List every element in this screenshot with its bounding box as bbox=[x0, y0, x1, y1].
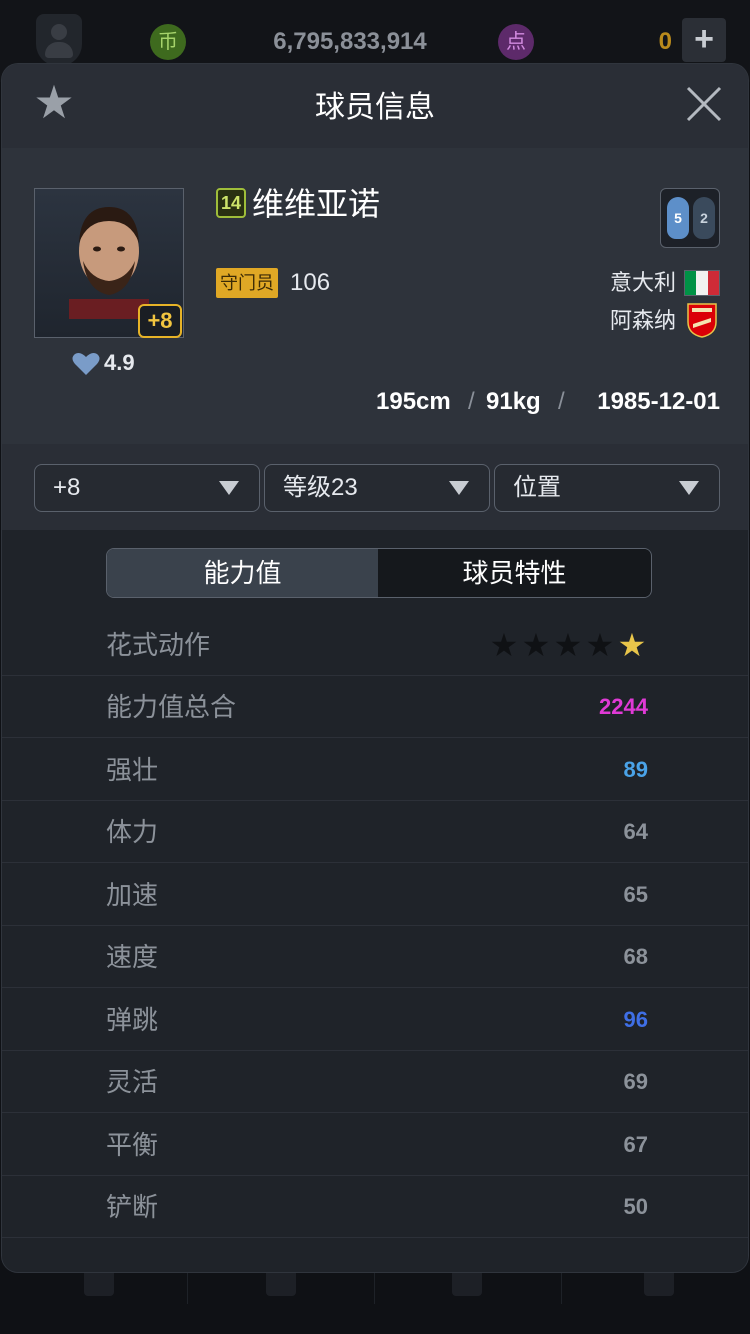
stat-row: 加速 65 bbox=[2, 864, 748, 926]
nav-search-icon[interactable] bbox=[452, 1268, 482, 1296]
chevron-down-icon bbox=[679, 481, 699, 495]
tab-abilities[interactable]: 能力值 bbox=[107, 549, 378, 597]
player-face-image bbox=[69, 207, 149, 319]
tab-traits[interactable]: 球员特性 bbox=[379, 549, 650, 597]
stat-value: 69 bbox=[623, 1069, 648, 1094]
nav-home-icon[interactable] bbox=[84, 1268, 114, 1296]
star-icon: ★ bbox=[617, 627, 647, 663]
player-name: 维维亚诺 bbox=[252, 186, 381, 222]
enhance-dropdown-value: +8 bbox=[53, 474, 81, 501]
chevron-down-icon bbox=[449, 481, 469, 495]
stat-label: 速度 bbox=[106, 942, 159, 972]
filter-bar: +8 等级23 位置 bbox=[2, 444, 748, 530]
stat-label: 平衡 bbox=[106, 1129, 159, 1160]
star-icon: ★ bbox=[553, 627, 583, 663]
stat-label: 能力值总合 bbox=[106, 692, 237, 722]
stat-label: 加速 bbox=[106, 879, 159, 910]
coin-icon: 币 bbox=[150, 24, 186, 60]
stat-row: 铲断 50 bbox=[2, 1176, 748, 1238]
left-foot-icon: 5 bbox=[667, 197, 689, 239]
likes-value: 4.9 bbox=[104, 350, 135, 375]
stat-row: 灵活 69 bbox=[2, 1051, 748, 1113]
position-badge: 守门员 bbox=[216, 268, 278, 298]
tab-bar: 能力值 球员特性 bbox=[106, 548, 652, 598]
club-label: 阿森纳 bbox=[609, 308, 676, 333]
stat-value: 50 bbox=[623, 1194, 648, 1219]
modal-header: ★ 球员信息 bbox=[2, 64, 748, 148]
abilities-panel: 能力值 球员特性 花式动作 ★ ★ ★ ★ ★ 能力值总合 2244 强壮 89 体力 64 加速 6… bbox=[2, 530, 748, 1272]
position-dropdown-value: 位置 bbox=[513, 474, 561, 501]
close-icon[interactable] bbox=[682, 82, 726, 126]
separator: / bbox=[468, 388, 475, 415]
stat-label: 体力 bbox=[106, 817, 159, 847]
position-dropdown[interactable]: 位置 bbox=[494, 464, 720, 512]
point-balance: 0 bbox=[658, 28, 672, 55]
skill-moves-row: 花式动作 ★ ★ ★ ★ ★ bbox=[2, 614, 748, 676]
height-value: 195cm bbox=[376, 388, 451, 415]
heart-icon[interactable] bbox=[72, 352, 100, 376]
right-foot-icon: 2 bbox=[693, 197, 715, 239]
physical-info: 195cm / 91kg / 1985-12-01 bbox=[362, 384, 720, 420]
level-dropdown-value: 等级23 bbox=[283, 474, 358, 501]
stat-row: 体力 64 bbox=[2, 801, 748, 863]
weak-foot-indicator: 5 2 bbox=[660, 188, 720, 248]
stat-row: 能力值总合 2244 bbox=[2, 676, 748, 738]
level-dropdown[interactable]: 等级23 bbox=[264, 464, 490, 512]
weight-value: 91kg bbox=[486, 388, 541, 415]
stat-row: 弹跳 96 bbox=[2, 989, 748, 1051]
stat-label: 灵活 bbox=[106, 1067, 159, 1097]
coin-balance: 6,795,833,914 bbox=[273, 28, 427, 55]
modal-title: 球员信息 bbox=[315, 91, 435, 124]
enhance-level-badge: +8 bbox=[138, 304, 182, 338]
stat-row: 速度 68 bbox=[2, 926, 748, 988]
season-badge: 14 bbox=[216, 188, 246, 218]
stat-value: 67 bbox=[623, 1131, 648, 1157]
overall-rating: 106 bbox=[290, 269, 331, 296]
chevron-down-icon bbox=[219, 481, 239, 495]
stat-value: 68 bbox=[623, 944, 648, 969]
arsenal-crest-icon bbox=[687, 303, 717, 338]
nav-shop-icon[interactable] bbox=[644, 1268, 674, 1296]
player-info-modal: ★ 球员信息 +8 4.9 14 维维亚诺 5 2 守门员 106 意大利 阿森… bbox=[2, 64, 748, 1272]
stat-value: 96 bbox=[623, 1006, 648, 1032]
manager-avatar-icon[interactable] bbox=[36, 14, 82, 66]
italy-flag-icon bbox=[684, 270, 720, 296]
stat-value: 65 bbox=[623, 881, 648, 907]
nation-label: 意大利 bbox=[609, 270, 676, 295]
star-icon: ★ bbox=[489, 627, 519, 663]
stat-value: 64 bbox=[623, 819, 648, 844]
star-icon: ★ bbox=[585, 627, 615, 663]
enhance-dropdown[interactable]: +8 bbox=[34, 464, 260, 512]
star-icon: ★ bbox=[521, 627, 551, 663]
stat-value: 2244 bbox=[599, 694, 648, 719]
stat-value: 89 bbox=[623, 756, 648, 782]
add-points-button[interactable]: + bbox=[682, 18, 726, 62]
point-icon: 点 bbox=[498, 24, 534, 60]
stat-row: 平衡 67 bbox=[2, 1114, 748, 1176]
player-summary: +8 4.9 14 维维亚诺 5 2 守门员 106 意大利 阿森纳 195cm… bbox=[2, 148, 748, 444]
stat-label: 强壮 bbox=[106, 754, 159, 785]
stat-label: 弹跳 bbox=[106, 1004, 159, 1035]
nav-locker-icon[interactable] bbox=[266, 1268, 296, 1296]
stat-row: 强壮 89 bbox=[2, 739, 748, 801]
stat-label: 铲断 bbox=[106, 1192, 159, 1222]
stat-label: 花式动作 bbox=[106, 630, 211, 660]
likes: 4.9 bbox=[72, 348, 162, 378]
birthdate-value: 1985-12-01 bbox=[597, 388, 720, 415]
separator: / bbox=[558, 388, 565, 415]
skill-moves-stars: ★ ★ ★ ★ ★ bbox=[488, 628, 648, 662]
